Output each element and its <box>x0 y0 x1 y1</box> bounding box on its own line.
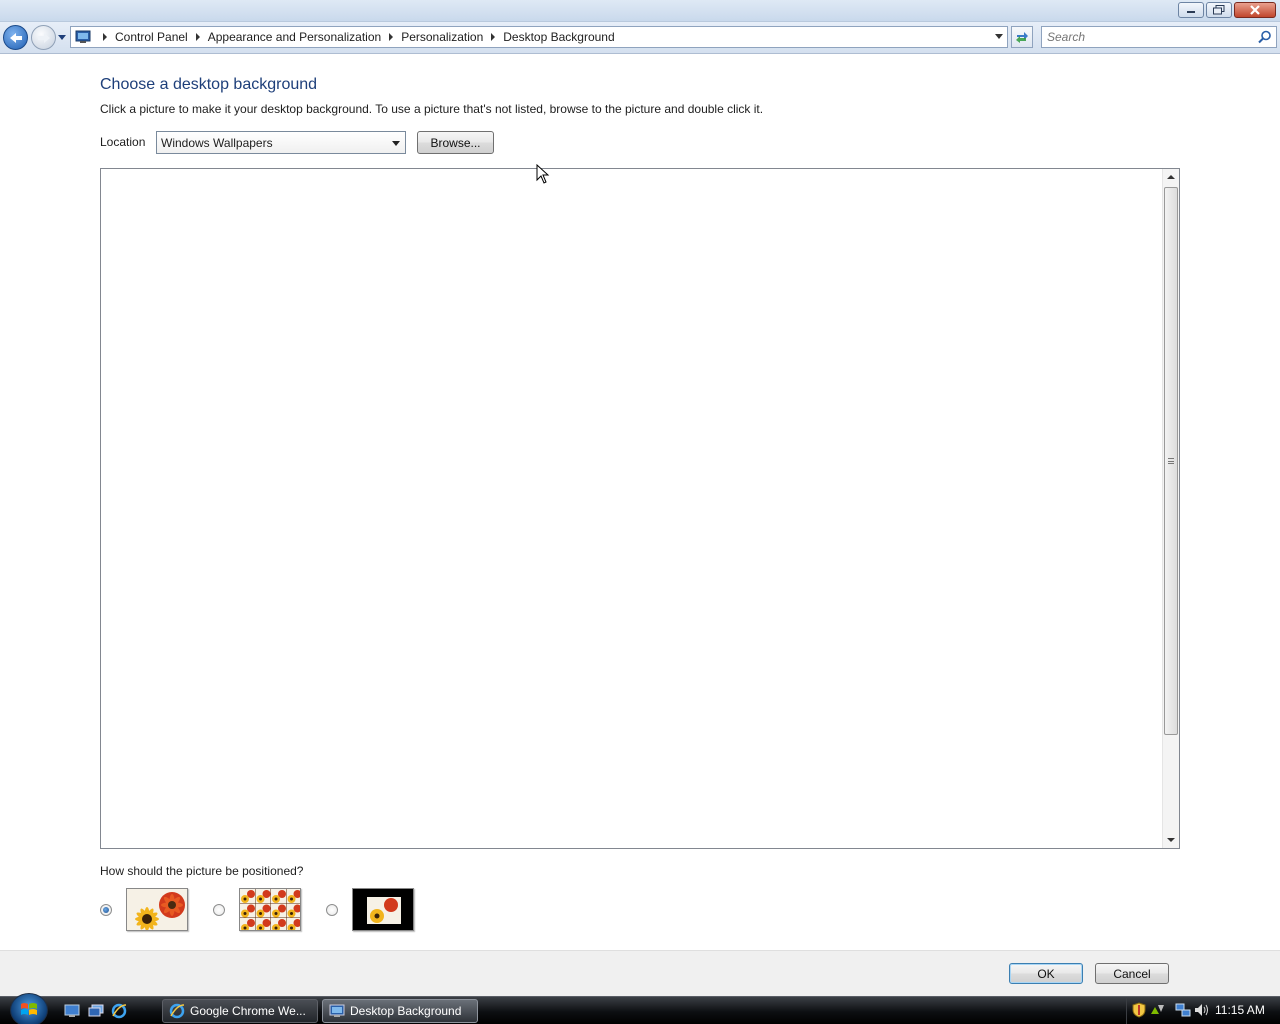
minimize-icon <box>1187 11 1195 13</box>
volume-icon[interactable] <box>1193 1002 1209 1018</box>
search-icon[interactable] <box>1258 30 1272 44</box>
chevron-down-icon <box>58 34 66 40</box>
position-question: How should the picture be positioned? <box>100 864 304 878</box>
breadcrumb-personalization[interactable]: Personalization <box>401 30 483 44</box>
network-icon[interactable] <box>1175 1002 1191 1018</box>
scroll-down-icon[interactable] <box>1167 838 1175 842</box>
system-tray: 11:15 AM <box>1126 997 1280 1024</box>
security-shield-icon[interactable] <box>1131 1002 1147 1018</box>
search-input[interactable] <box>1042 27 1252 47</box>
address-bar[interactable]: Control Panel Appearance and Personaliza… <box>70 26 1008 48</box>
page-description: Click a picture to make it your desktop … <box>100 102 764 116</box>
control-panel-icon <box>75 30 91 43</box>
ok-button[interactable]: OK <box>1009 963 1083 984</box>
title-bar <box>0 0 1280 22</box>
position-option-tile[interactable] <box>213 888 301 931</box>
position-option-center[interactable] <box>326 888 414 931</box>
breadcrumb-control-panel[interactable]: Control Panel <box>115 30 188 44</box>
windows-defender-icon[interactable] <box>1149 1002 1165 1018</box>
chevron-down-icon <box>392 141 400 146</box>
back-button[interactable] <box>3 25 28 50</box>
restore-icon <box>1213 5 1225 15</box>
back-arrow-icon <box>9 32 22 43</box>
search-box[interactable] <box>1041 26 1277 48</box>
wallpaper-list[interactable] <box>100 168 1180 849</box>
breadcrumb-separator[interactable] <box>491 33 496 41</box>
breadcrumb-separator[interactable] <box>195 33 200 41</box>
navigation-bar: Control Panel Appearance and Personaliza… <box>0 22 1280 54</box>
location-label: Location <box>100 135 146 149</box>
show-desktop-button[interactable] <box>64 1003 80 1019</box>
scroll-up-icon[interactable] <box>1167 175 1175 179</box>
refresh-icon <box>1016 32 1028 43</box>
windows-logo-icon <box>21 1003 37 1015</box>
internet-explorer-icon <box>169 1003 185 1019</box>
radio-center[interactable] <box>326 903 338 916</box>
flower-fit-icon <box>127 889 187 930</box>
taskbar-item-label: Google Chrome We... <box>190 1004 306 1018</box>
internet-explorer-quicklaunch[interactable] <box>111 1003 127 1019</box>
recent-pages-dropdown[interactable] <box>57 32 67 42</box>
restore-button[interactable] <box>1206 2 1232 18</box>
page-title: Choose a desktop background <box>100 76 318 93</box>
taskbar: Google Chrome We... Desktop Background 1… <box>0 993 1280 1024</box>
taskbar-item-label: Desktop Background <box>350 1004 462 1018</box>
breadcrumb-separator[interactable] <box>389 33 394 41</box>
switch-windows-button[interactable] <box>88 1003 104 1019</box>
flower-center-icon <box>353 889 413 930</box>
cancel-button[interactable]: Cancel <box>1095 963 1169 984</box>
close-button[interactable] <box>1234 2 1276 18</box>
radio-tile[interactable] <box>213 903 225 916</box>
switch-windows-icon <box>88 1004 104 1017</box>
minimize-button[interactable] <box>1178 2 1204 18</box>
tile-preview-image[interactable] <box>239 888 301 931</box>
browse-button[interactable]: Browse... <box>417 131 494 154</box>
taskbar-item-desktop-background[interactable]: Desktop Background <box>322 999 478 1023</box>
refresh-button[interactable] <box>1011 26 1033 48</box>
location-dropdown[interactable]: Windows Wallpapers <box>156 131 406 154</box>
show-desktop-icon <box>64 1004 80 1017</box>
location-selected-value: Windows Wallpapers <box>161 135 273 150</box>
center-preview-image[interactable] <box>352 888 414 931</box>
fit-preview-image[interactable] <box>126 888 188 931</box>
flower-tile-icon <box>240 889 300 930</box>
scrollbar-thumb[interactable] <box>1164 187 1178 735</box>
radio-fit[interactable] <box>100 903 112 916</box>
forward-button[interactable] <box>31 25 56 50</box>
position-option-fit[interactable] <box>100 888 188 931</box>
internet-explorer-icon <box>111 1003 127 1019</box>
dialog-footer: OK Cancel <box>0 950 1280 996</box>
address-dropdown-icon[interactable] <box>995 34 1003 39</box>
control-panel-icon <box>329 1003 345 1019</box>
mouse-cursor-icon <box>536 164 550 184</box>
close-icon <box>1250 5 1260 15</box>
breadcrumb-desktop-background[interactable]: Desktop Background <box>503 30 614 44</box>
grip-icon <box>1168 458 1174 464</box>
breadcrumb-appearance[interactable]: Appearance and Personalization <box>208 30 381 44</box>
start-button[interactable] <box>10 993 48 1024</box>
vertical-scrollbar[interactable] <box>1162 169 1179 848</box>
window-controls <box>1178 2 1276 18</box>
breadcrumb: Control Panel Appearance and Personaliza… <box>97 30 615 44</box>
clock[interactable]: 11:15 AM <box>1215 1003 1265 1017</box>
forward-arrow-icon <box>37 32 50 43</box>
breadcrumb-separator[interactable] <box>103 33 107 41</box>
taskbar-item-chrome[interactable]: Google Chrome We... <box>162 999 318 1023</box>
